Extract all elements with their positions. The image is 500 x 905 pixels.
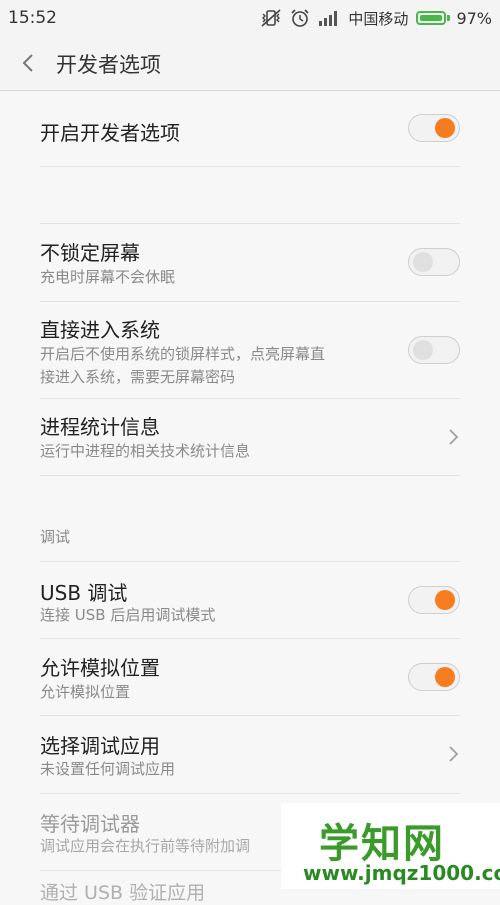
row-title: 选择调试应用 [40,734,160,758]
select-debug-app-row[interactable]: 选择调试应用 未设置任何调试应用 [40,716,460,794]
signal-icon [318,10,340,26]
process-stats-row[interactable]: 进程统计信息 运行中进程的相关技术统计信息 [40,399,460,476]
usb-debugging-toggle[interactable] [408,586,460,614]
chevron-left-icon [22,54,33,72]
row-subtitle-line2: 接进入系统，需要无屏幕密码 [40,368,236,386]
developer-options-row[interactable]: 开启开发者选项 [40,90,460,167]
alarm-icon [290,8,310,28]
row-title: 允许模拟位置 [40,656,160,680]
mock-location-toggle[interactable] [408,663,460,691]
row-title: 不锁定屏幕 [40,241,140,265]
carrier-name: 中国移动 [348,9,409,28]
row-subtitle: 连接 USB 后启用调试模式 [40,606,216,624]
row-title: 开启开发者选项 [40,121,180,145]
direct-boot-toggle[interactable] [408,336,460,364]
row-title: 等待调试器 [40,812,140,836]
stay-awake-row[interactable]: 不锁定屏幕 充电时屏幕不会休眠 [40,224,460,302]
mock-location-row[interactable]: 允许模拟位置 允许模拟位置 [40,639,460,716]
row-subtitle: 充电时屏幕不会休眠 [40,268,176,286]
vibrate-off-icon [260,8,282,28]
row-title: 进程统计信息 [40,415,160,439]
status-bar: 15:52 中国移动 97% [0,0,500,36]
verify-usb-apps-row[interactable]: 通过 USB 验证应用 [40,878,205,905]
battery-icon [416,11,451,25]
page-title: 开发者选项 [56,53,161,77]
developer-options-toggle[interactable] [408,114,460,142]
watermark-url: www.jmqz1000.com [303,861,500,885]
direct-boot-row[interactable]: 直接进入系统 开启后不使用系统的锁屏样式，点亮屏幕直 接进入系统，需要无屏幕密码 [40,302,460,399]
row-subtitle: 允许模拟位置 [40,683,131,701]
row-subtitle-line1: 开启后不使用系统的锁屏样式，点亮屏幕直 [40,345,326,363]
row-title: 直接进入系统 [40,318,160,342]
row-title: USB 调试 [40,581,128,605]
row-subtitle: 未设置任何调试应用 [40,760,176,778]
row-subtitle: 调试应用会在执行前等待附加调 [40,837,251,855]
group-label-debug: 调试 [40,528,71,546]
watermark-logo: 学知网 www.jmqz1000.com [281,803,500,889]
back-button[interactable] [10,46,46,80]
status-time: 15:52 [8,8,57,28]
chevron-right-icon [449,746,459,762]
row-subtitle: 运行中进程的相关技术统计信息 [40,442,251,460]
usb-debugging-row[interactable]: USB 调试 连接 USB 后启用调试模式 [40,562,460,639]
app-header: 开发者选项 [0,36,500,91]
stay-awake-toggle[interactable] [408,248,460,276]
chevron-right-icon [449,429,459,445]
battery-percent: 97% [456,8,492,28]
status-icons: 中国移动 97% [252,6,492,30]
